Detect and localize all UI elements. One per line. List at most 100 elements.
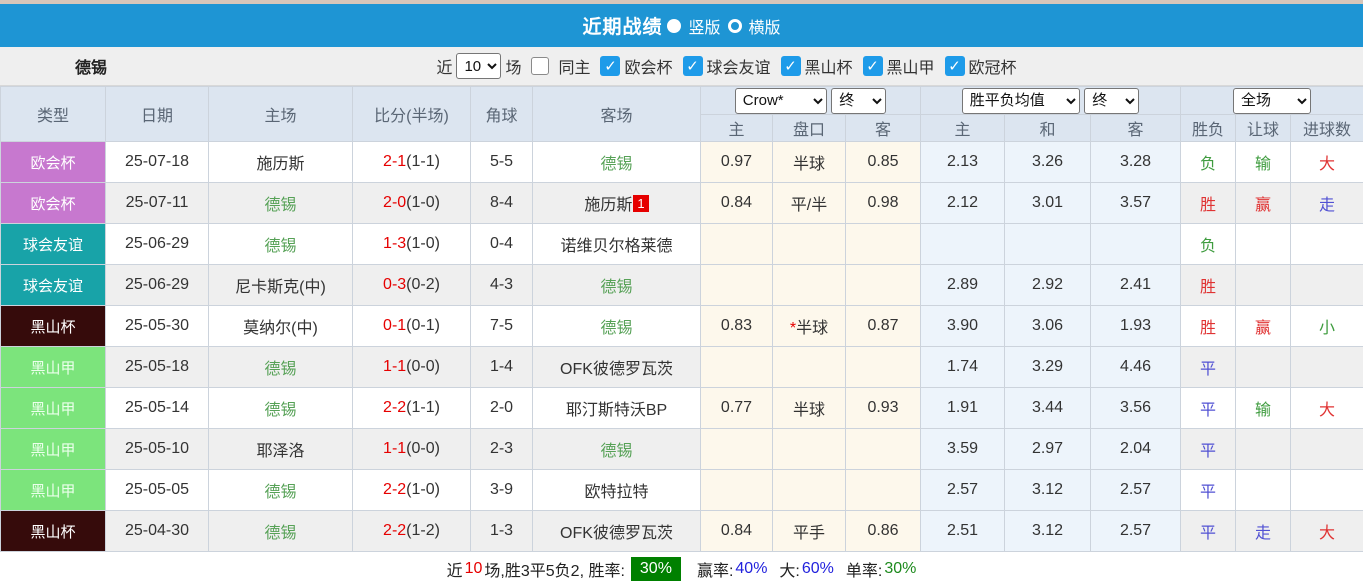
radio-horizontal-label[interactable]: 横版 <box>749 14 781 38</box>
subheader-odds-home: 主 <box>701 115 773 142</box>
table-row: 黑山甲25-05-10耶泽洛1-1(0-0)2-3德锡3.592.972.04平 <box>1 429 1363 470</box>
cell-avg-draw: 3.12 <box>1005 511 1091 552</box>
cell-avg-home: 3.90 <box>921 306 1005 347</box>
team-name: 德锡 <box>75 54 107 78</box>
cell-date: 25-05-05 <box>106 470 209 511</box>
table-row: 欧会杯25-07-18施历斯2-1(1-1)5-5德锡0.97半球0.852.1… <box>1 142 1363 183</box>
subheader-goals: 进球数 <box>1291 115 1363 142</box>
col-header-type: 类型 <box>1 87 106 142</box>
summary-record: 场,胜3平5负2, 胜率: <box>484 557 624 581</box>
same-venue-checkbox[interactable] <box>531 57 549 75</box>
cell-competition: 黑山甲 <box>1 388 106 429</box>
score-fulltime: 2-1 <box>383 153 406 170</box>
cell-away-team: 德锡 <box>533 306 701 347</box>
cell-away-team: 诺维贝尔格莱德 <box>533 224 701 265</box>
cell-home-team: 德锡 <box>209 183 353 224</box>
scope-select[interactable]: 全场 <box>1233 88 1311 114</box>
cell-result: 胜 <box>1181 183 1236 224</box>
league-checkbox-4[interactable]: ✓ <box>945 56 965 76</box>
cell-result: 平 <box>1181 470 1236 511</box>
radio-selected-icon[interactable] <box>667 19 681 33</box>
cell-handicap-result: 输 <box>1236 142 1291 183</box>
bookmaker-select[interactable]: Crow* <box>735 88 827 114</box>
cell-avg-home: 3.59 <box>921 429 1005 470</box>
cell-goals-result <box>1291 347 1363 388</box>
league-checkbox-1[interactable]: ✓ <box>683 56 703 76</box>
subheader-avg-draw: 和 <box>1005 115 1091 142</box>
cell-odds-home <box>701 265 773 306</box>
cell-score: 2-2(1-2) <box>353 511 471 552</box>
cell-handicap-result <box>1236 347 1291 388</box>
cell-handicap-result <box>1236 429 1291 470</box>
cell-odds-away: 0.86 <box>846 511 921 552</box>
league-checkbox-2[interactable]: ✓ <box>781 56 801 76</box>
cell-odds-away <box>846 265 921 306</box>
cell-handicap-result: 赢 <box>1236 183 1291 224</box>
radio-unselected-icon[interactable] <box>728 19 742 33</box>
cell-avg-away <box>1091 224 1181 265</box>
league-checkbox-0[interactable]: ✓ <box>600 56 620 76</box>
avg-odds-header: 胜平负均值 终 <box>921 87 1181 115</box>
cell-handicap-result <box>1236 224 1291 265</box>
score-fulltime: 2-2 <box>383 481 406 498</box>
subheader-avg-home: 主 <box>921 115 1005 142</box>
summary-seg3-value: 60% <box>802 560 834 578</box>
red-card-badge: 1 <box>633 195 648 212</box>
league-checkbox-3[interactable]: ✓ <box>863 56 883 76</box>
cell-home-team: 德锡 <box>209 511 353 552</box>
final-odds-select-1[interactable]: 终 <box>831 88 886 114</box>
scope-header: 全场 <box>1181 87 1363 115</box>
table-dropdown-row: 类型 日期 主场 比分(半场) 角球 客场 Crow* 终 胜平负均值 终 全场 <box>1 87 1363 115</box>
cell-score: 1-1(0-0) <box>353 347 471 388</box>
summary-seg3-label: 大: <box>779 557 799 581</box>
table-row: 欧会杯25-07-11德锡2-0(1-0)8-4施历斯10.84平/半0.982… <box>1 183 1363 224</box>
avg-odds-select[interactable]: 胜平负均值 <box>962 88 1080 114</box>
table-row: 黑山甲25-05-05德锡2-2(1-0)3-9欧特拉特2.573.122.57… <box>1 470 1363 511</box>
cell-avg-away: 3.57 <box>1091 183 1181 224</box>
match-count-select[interactable]: 10 <box>456 53 501 79</box>
filter-controls: 近 10 场 同主 ✓ 欧会杯 ✓ 球会友谊 ✓ 黑山杯 ✓ 黑山甲 ✓ 欧冠杯 <box>436 53 1016 79</box>
final-odds-select-2[interactable]: 终 <box>1084 88 1139 114</box>
subheader-handicap: 盘口 <box>773 115 846 142</box>
cell-avg-home: 1.91 <box>921 388 1005 429</box>
radio-vertical-label[interactable]: 竖版 <box>688 14 720 38</box>
cell-home-team: 耶泽洛 <box>209 429 353 470</box>
cell-odds-handicap: 平/半 <box>773 183 846 224</box>
cell-goals-result: 小 <box>1291 306 1363 347</box>
summary-near-label: 近 <box>447 557 463 581</box>
cell-date: 25-04-30 <box>106 511 209 552</box>
cell-odds-away <box>846 470 921 511</box>
table-row: 球会友谊25-06-29德锡1-3(1-0)0-4诺维贝尔格莱德负 <box>1 224 1363 265</box>
cell-avg-draw: 3.26 <box>1005 142 1091 183</box>
cell-odds-handicap: *半球 <box>773 306 846 347</box>
cell-goals-result: 大 <box>1291 511 1363 552</box>
cell-goals-result: 大 <box>1291 142 1363 183</box>
cell-corners: 3-9 <box>471 470 533 511</box>
subheader-result: 胜负 <box>1181 115 1236 142</box>
cell-odds-home <box>701 470 773 511</box>
cell-date: 25-05-14 <box>106 388 209 429</box>
cell-odds-home: 0.97 <box>701 142 773 183</box>
cell-goals-result <box>1291 265 1363 306</box>
cell-avg-away: 3.56 <box>1091 388 1181 429</box>
summary-bar: 近10场,胜3平5负2, 胜率: 30% 赢率:40% 大:60% 单率:30% <box>0 552 1363 586</box>
cell-avg-home: 2.51 <box>921 511 1005 552</box>
cell-away-team: OFK彼德罗瓦茨 <box>533 511 701 552</box>
league-label-4: 欧冠杯 <box>969 54 1017 78</box>
cell-competition: 黑山甲 <box>1 429 106 470</box>
cell-odds-handicap: 半球 <box>773 388 846 429</box>
score-fulltime: 1-1 <box>383 440 406 457</box>
league-label-3: 黑山甲 <box>887 54 935 78</box>
col-header-score: 比分(半场) <box>353 87 471 142</box>
summary-seg2-label: 赢率: <box>697 557 733 581</box>
cell-avg-draw <box>1005 224 1091 265</box>
cell-date: 25-07-18 <box>106 142 209 183</box>
page-title: 近期战绩 <box>582 12 662 39</box>
cell-avg-away: 4.46 <box>1091 347 1181 388</box>
cell-date: 25-05-10 <box>106 429 209 470</box>
cell-result: 平 <box>1181 388 1236 429</box>
col-header-date: 日期 <box>106 87 209 142</box>
col-header-corner: 角球 <box>471 87 533 142</box>
cell-corners: 2-3 <box>471 429 533 470</box>
cell-result: 胜 <box>1181 306 1236 347</box>
